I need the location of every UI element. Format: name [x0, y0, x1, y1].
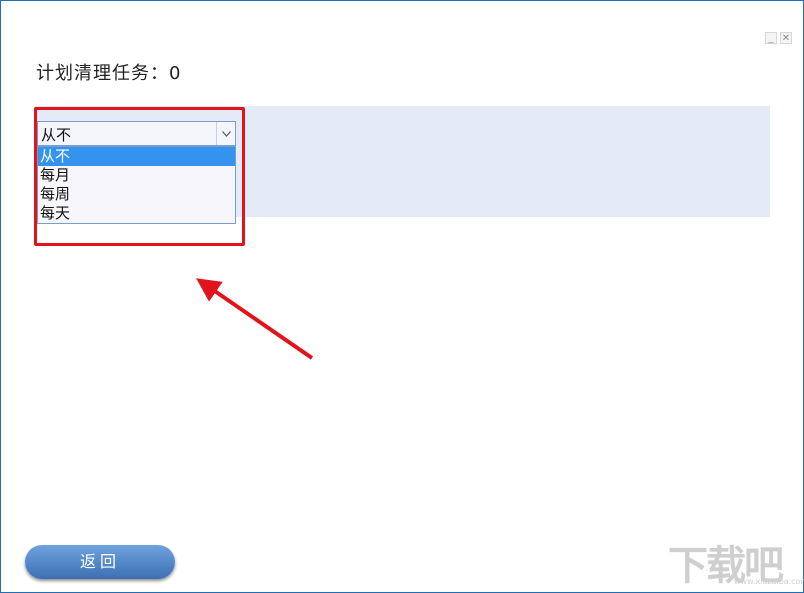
window-controls: _ ✕ — [765, 32, 792, 44]
watermark-url: www.xiazaiba.com — [734, 577, 804, 586]
back-button[interactable]: 返回 — [25, 545, 175, 579]
close-button[interactable]: ✕ — [780, 32, 792, 44]
dialog-window — [0, 0, 804, 593]
watermark-logo: 下载吧 www.xiazaiba.com — [664, 533, 804, 589]
highlight-box — [34, 107, 245, 246]
minimize-button[interactable]: _ — [765, 32, 777, 44]
page-title: 计划清理任务：0 — [36, 63, 182, 84]
